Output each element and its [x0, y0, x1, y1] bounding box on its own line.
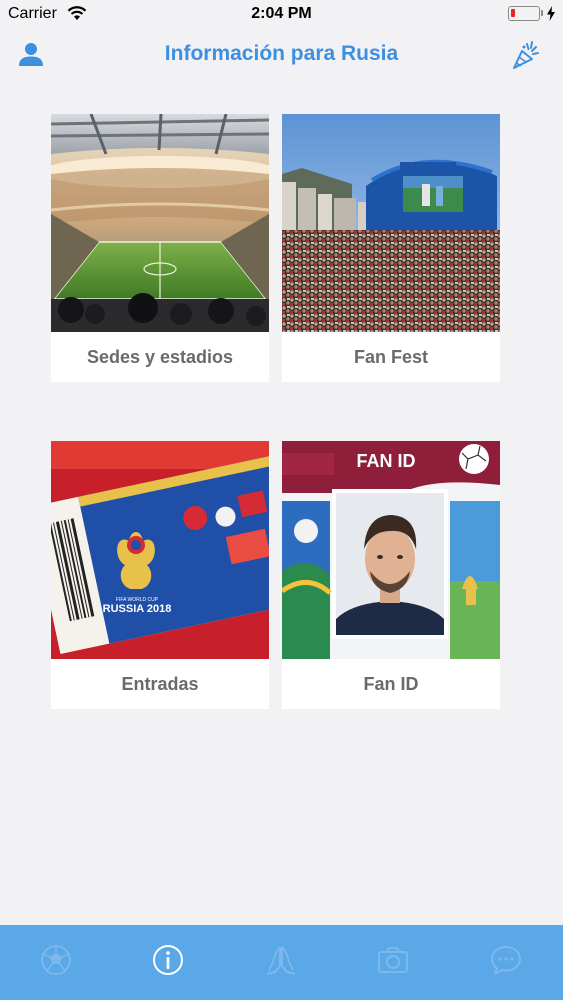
charging-bolt-icon	[547, 6, 555, 21]
brand-logo-icon[interactable]	[508, 38, 542, 72]
card-fan-id[interactable]: FAN ID Fan ID	[282, 441, 500, 709]
card-label: Fan ID	[363, 674, 419, 694]
navigation-bar: Información para Rusia	[0, 30, 563, 80]
status-bar: Carrier 2:04 PM	[0, 0, 563, 30]
ticket-russia-text: RUSSIA 2018	[103, 603, 172, 615]
praying-hands-icon[interactable]	[263, 942, 299, 978]
card-tickets[interactable]: FIFA WORLD CUP RUSSIA 2018 Entradas	[51, 441, 269, 709]
status-time: 2:04 PM	[251, 5, 312, 22]
soccer-ball-icon[interactable]	[38, 942, 74, 978]
stadium-photo	[51, 114, 269, 332]
card-label: Fan Fest	[353, 347, 428, 367]
chat-bubble-icon[interactable]	[488, 942, 524, 978]
battery-level	[511, 9, 515, 17]
card-label: Sedes y estadios	[86, 347, 234, 367]
camera-icon[interactable]	[375, 942, 411, 978]
battery-icon	[508, 6, 540, 21]
fan-id-card-photo: FAN ID	[282, 441, 500, 659]
card-fan-fest[interactable]: Fan Fest	[282, 114, 500, 382]
battery-cap	[541, 10, 543, 16]
page-title: Información para Rusia	[164, 42, 399, 65]
tickets-photo: FIFA WORLD CUP RUSSIA 2018	[51, 441, 269, 659]
fan-fest-crowd-photo	[282, 114, 500, 332]
world-cup-emblem	[117, 532, 155, 589]
info-icon[interactable]	[150, 942, 186, 978]
card-label: Entradas	[121, 674, 199, 694]
card-venues-stadiums[interactable]: Sedes y estadios	[51, 114, 269, 382]
fan-id-card-title: FAN ID	[356, 451, 415, 471]
tab-bar	[0, 925, 563, 1000]
